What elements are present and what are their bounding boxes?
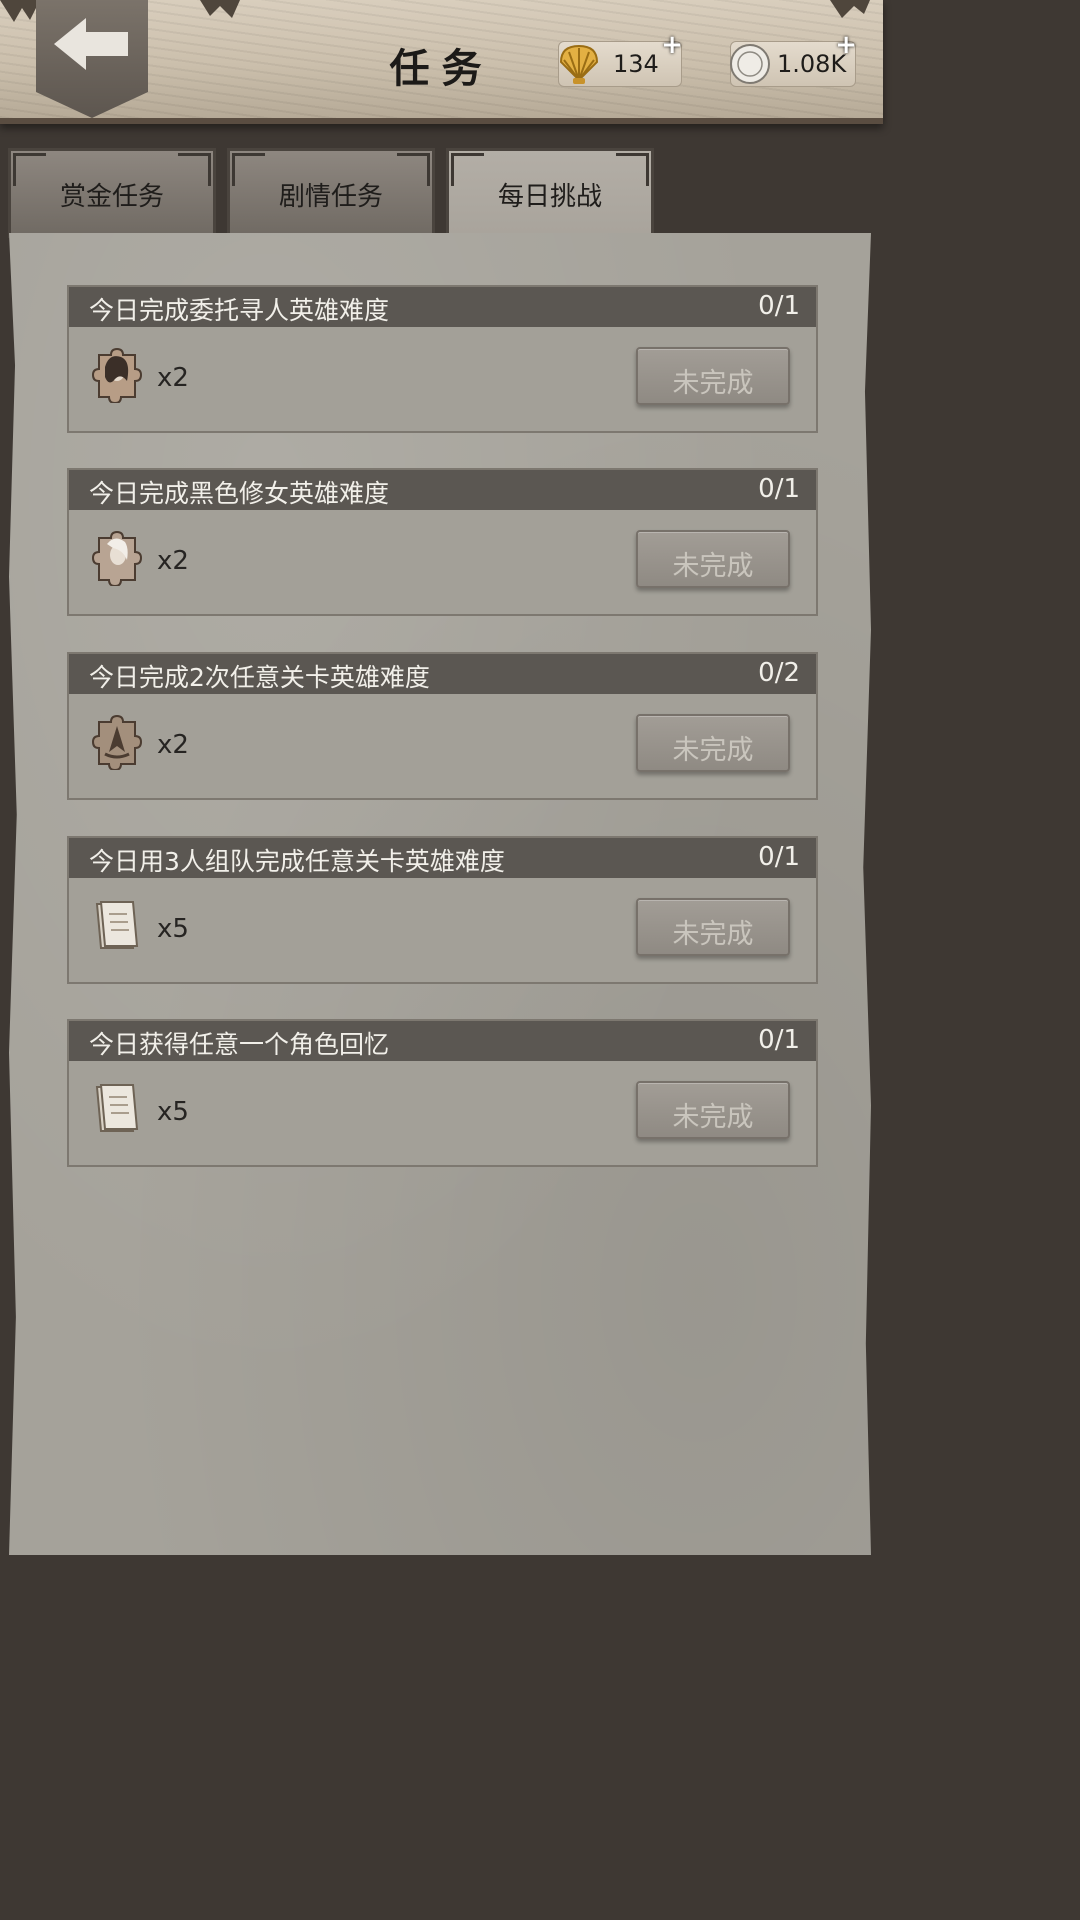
quest-status-label: 未完成 xyxy=(672,735,754,766)
shell-currency[interactable]: 134 + xyxy=(558,30,683,87)
quest-status-label: 未完成 xyxy=(672,551,754,582)
quest-name: 今日用3人组队完成任意关卡英雄难度 xyxy=(89,847,505,876)
shell-icon xyxy=(559,44,599,84)
quest-status-button[interactable]: 未完成 xyxy=(636,1081,790,1139)
leaf-decoration-icon xyxy=(830,0,870,18)
quest-status-label: 未完成 xyxy=(672,1102,754,1133)
reward-quantity: x5 xyxy=(157,914,189,944)
quest-name: 今日完成委托寻人英雄难度 xyxy=(89,296,390,325)
emblem-puzzle-icon xyxy=(91,714,143,770)
tab-story-quests[interactable]: 剧情任务 xyxy=(227,148,435,238)
quest-card: 今日完成委托寻人英雄难度 0/1 x2 未完成 xyxy=(67,285,818,433)
reward-quantity: x2 xyxy=(157,546,189,576)
reward-quantity: x2 xyxy=(157,730,189,760)
quest-header: 今日完成黑色修女英雄难度 0/1 xyxy=(69,470,816,510)
quest-card: 今日用3人组队完成任意关卡英雄难度 0/1 x5 未完成 xyxy=(67,836,818,984)
coin-icon xyxy=(730,44,770,84)
tab-label: 剧情任务 xyxy=(278,182,383,212)
portrait-puzzle-icon xyxy=(91,530,143,586)
quest-progress: 0/2 xyxy=(758,658,800,688)
reward-quantity: x5 xyxy=(157,1097,189,1127)
quest-header: 今日完成委托寻人英雄难度 0/1 xyxy=(69,287,816,327)
coin-currency[interactable]: 1.08K + xyxy=(730,30,857,87)
scroll-icon xyxy=(95,1084,139,1132)
quest-name: 今日完成2次任意关卡英雄难度 xyxy=(89,663,430,692)
quest-name: 今日完成黑色修女英雄难度 xyxy=(89,479,390,508)
add-shell-button[interactable]: + xyxy=(661,30,683,60)
tab-label: 每日挑战 xyxy=(497,182,602,212)
tab-bounty-quests[interactable]: 赏金任务 xyxy=(8,148,216,238)
quest-status-button[interactable]: 未完成 xyxy=(636,347,790,405)
shell-count: 134 xyxy=(613,50,659,78)
quest-progress: 0/1 xyxy=(758,1025,800,1055)
portrait-puzzle-icon xyxy=(91,347,143,403)
quest-progress: 0/1 xyxy=(758,291,800,321)
tab-label: 赏金任务 xyxy=(59,182,164,212)
quest-header: 今日获得任意一个角色回忆 0/1 xyxy=(69,1021,816,1061)
quest-progress: 0/1 xyxy=(758,842,800,872)
quest-progress: 0/1 xyxy=(758,474,800,504)
quest-card: 今日完成黑色修女英雄难度 0/1 x2 未完成 xyxy=(67,468,818,616)
tab-daily-challenge[interactable]: 每日挑战 xyxy=(446,148,654,242)
top-bar: 任务 134 + 1.08K + xyxy=(0,0,883,124)
quest-status-button[interactable]: 未完成 xyxy=(636,898,790,956)
quest-header: 今日完成2次任意关卡英雄难度 0/2 xyxy=(69,654,816,694)
scroll-icon xyxy=(95,901,139,949)
quest-card: 今日完成2次任意关卡英雄难度 0/2 x2 未完成 xyxy=(67,652,818,800)
quest-status-label: 未完成 xyxy=(672,919,754,950)
leaf-decoration-icon xyxy=(0,0,40,22)
quest-card: 今日获得任意一个角色回忆 0/1 x5 未完成 xyxy=(67,1019,818,1167)
quest-header: 今日用3人组队完成任意关卡英雄难度 0/1 xyxy=(69,838,816,878)
reward-quantity: x2 xyxy=(157,363,189,393)
leaf-decoration-icon xyxy=(200,0,240,18)
quest-status-label: 未完成 xyxy=(672,368,754,399)
add-coin-button[interactable]: + xyxy=(835,30,857,60)
quest-status-button[interactable]: 未完成 xyxy=(636,530,790,588)
quest-name: 今日获得任意一个角色回忆 xyxy=(89,1030,390,1059)
quest-status-button[interactable]: 未完成 xyxy=(636,714,790,772)
